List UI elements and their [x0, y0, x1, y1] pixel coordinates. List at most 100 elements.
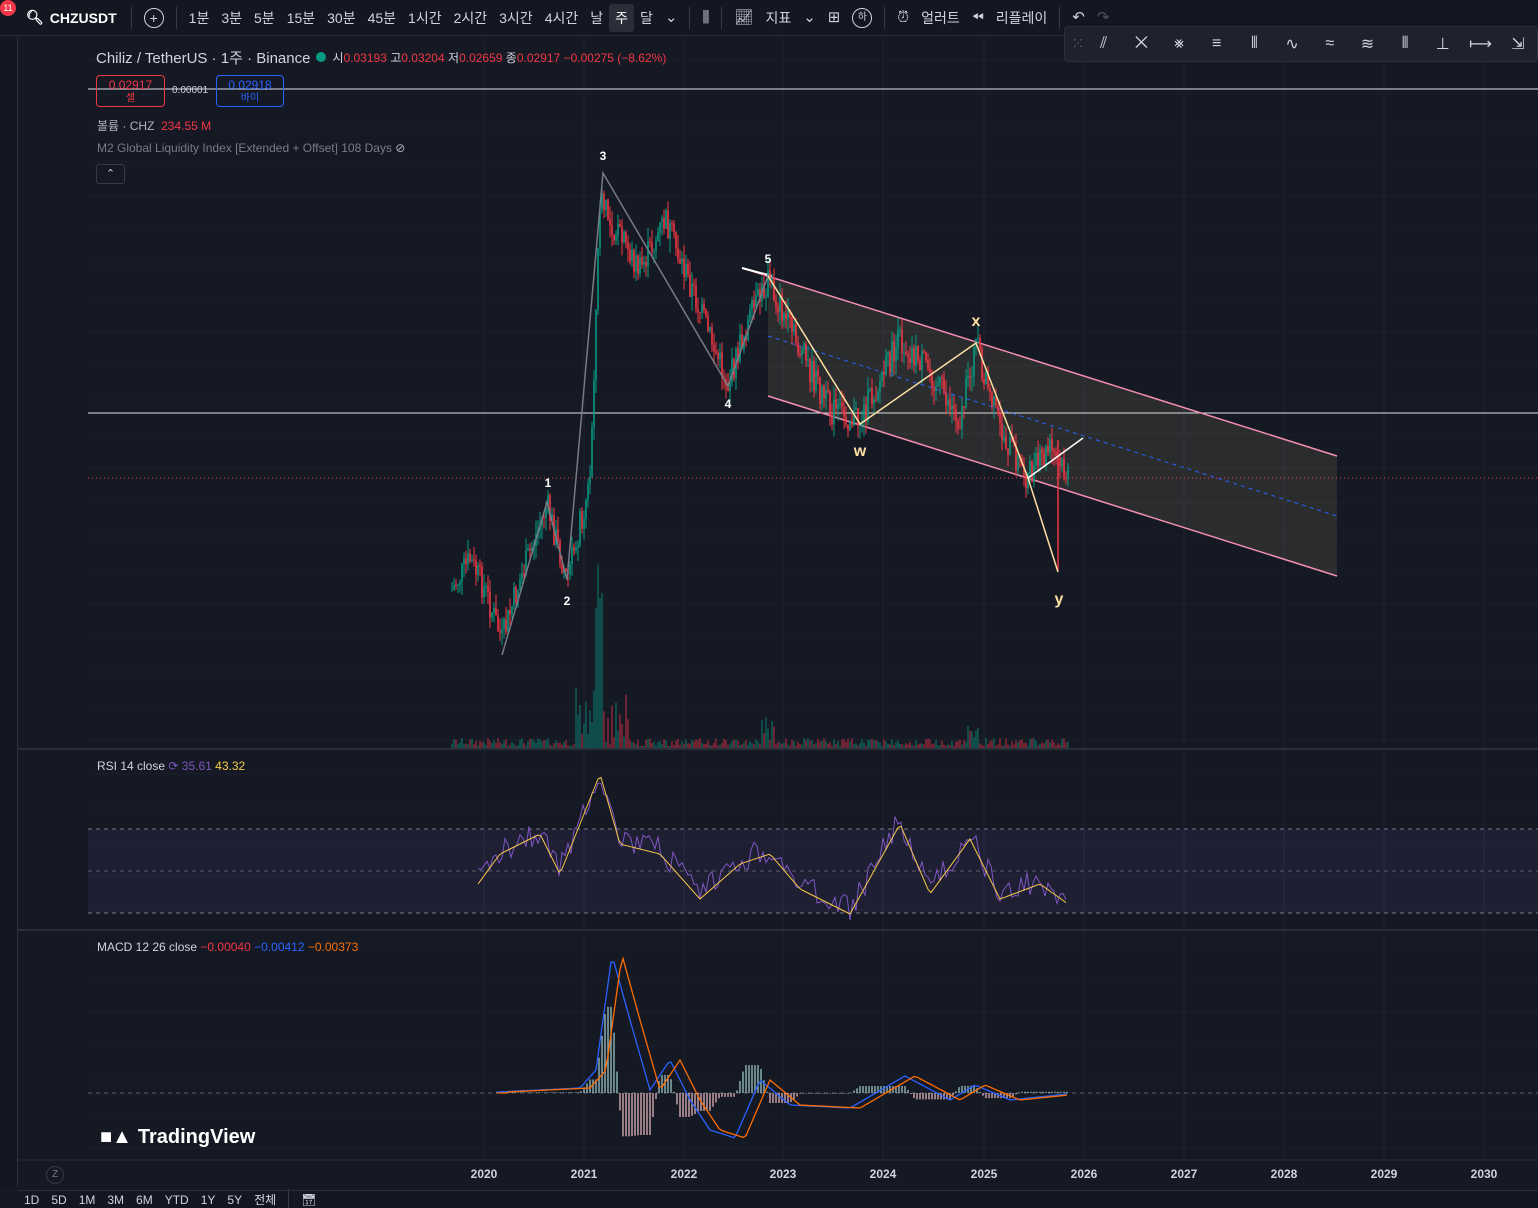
- indicators-button[interactable]: 지표: [759, 4, 797, 32]
- candle-body: [871, 388, 873, 404]
- macd-histogram-bar: [1054, 1091, 1056, 1093]
- interval-4h[interactable]: 4시간: [539, 4, 585, 32]
- elliott-triangle-icon[interactable]: ≋: [1349, 34, 1387, 54]
- range-5d[interactable]: 5D: [45, 1193, 72, 1207]
- volume-bar: [1035, 740, 1037, 748]
- rewind-icon[interactable]: ⏪︎: [966, 4, 990, 32]
- sell-button[interactable]: 0.02917 셀: [96, 75, 165, 107]
- gann-box-icon[interactable]: ⫴: [1236, 35, 1274, 53]
- interval-1m[interactable]: 1분: [183, 4, 216, 32]
- pitchfork-icon[interactable]: ⨉: [1123, 35, 1161, 53]
- volume-bar: [583, 723, 585, 748]
- range-1m[interactable]: 1M: [73, 1193, 102, 1207]
- range-3m[interactable]: 3M: [101, 1193, 130, 1207]
- chevron-down-icon[interactable]: ⌄: [659, 4, 684, 32]
- symbol-search[interactable]: 🔍︎ CHZUSDT: [0, 9, 125, 26]
- price-range-icon[interactable]: ⊥: [1424, 34, 1462, 54]
- indicators-icon[interactable]: 📈︎: [728, 4, 759, 32]
- range-1y[interactable]: 1Y: [195, 1193, 222, 1207]
- macd-histogram-bar: [538, 1092, 540, 1093]
- replay-button[interactable]: 리플레이: [990, 4, 1054, 32]
- zoom-toggle-button[interactable]: Z: [46, 1166, 64, 1184]
- chart-canvas[interactable]: 1 2 3 4 5 w x y 2020 2021 2022 2023 2024 2025 2026 2027…: [0, 0, 1538, 1208]
- time-axis-label: 2029: [1371, 1167, 1398, 1181]
- candle-body: [643, 261, 645, 265]
- volume-bar: [1027, 745, 1029, 748]
- candle-body: [873, 399, 875, 404]
- candles-icon[interactable]: ⫼: [696, 4, 715, 32]
- macd-histogram-bar: [730, 1093, 732, 1097]
- interval-month[interactable]: 달: [634, 4, 659, 32]
- candle-body: [675, 231, 677, 249]
- interval-week[interactable]: 주: [609, 3, 635, 32]
- macd-histogram-bar: [565, 1092, 567, 1093]
- symbol-title[interactable]: Chiliz / TetherUS · 1주 · Binance: [96, 47, 310, 68]
- interval-1h[interactable]: 1시간: [402, 4, 448, 32]
- chevron-down-icon[interactable]: ⌄: [797, 4, 822, 32]
- candle-body: [583, 518, 585, 529]
- volume-bar: [465, 743, 467, 748]
- elliott-correction-icon[interactable]: ≈: [1311, 35, 1349, 53]
- eye-hidden-icon[interactable]: ⊘: [395, 141, 405, 155]
- fib-fan-icon[interactable]: ⨳: [1160, 35, 1198, 53]
- collapse-legend-button[interactable]: ⌃: [96, 164, 125, 184]
- macd-histogram-bar: [571, 1092, 573, 1093]
- compare-add-icon[interactable]: +: [143, 7, 164, 28]
- macd-histogram-bar: [1051, 1091, 1053, 1093]
- date-range-icon[interactable]: ⟼: [1462, 34, 1500, 54]
- macd-histogram-bar: [799, 1093, 801, 1094]
- left-drawing-toolbar[interactable]: [0, 37, 18, 1187]
- candle-body: [669, 223, 671, 239]
- range-6m[interactable]: 6M: [130, 1193, 159, 1207]
- parallel-channel-icon[interactable]: ⫽: [1085, 35, 1123, 53]
- interval-5m[interactable]: 5분: [248, 4, 281, 32]
- range-ytd[interactable]: YTD: [159, 1193, 195, 1207]
- rsi-ma-value: 43.32: [215, 759, 246, 773]
- volume-bar: [689, 743, 691, 748]
- sync-icon[interactable]: ⟳: [168, 759, 178, 773]
- candle-body: [841, 402, 843, 407]
- cycle-lines-icon[interactable]: ⦀: [1386, 35, 1424, 53]
- volume-bar: [595, 608, 597, 748]
- volume-bar: [503, 740, 505, 748]
- calendar-icon[interactable]: 📅︎: [295, 1193, 322, 1207]
- candle-body: [511, 606, 513, 615]
- elliott-impulse-icon[interactable]: ∿: [1273, 34, 1311, 54]
- alert-button[interactable]: 얼러트: [915, 4, 966, 32]
- range-all[interactable]: 전체: [248, 1191, 282, 1208]
- candle-body: [679, 259, 681, 264]
- volume-bar: [813, 744, 815, 748]
- candle-body: [893, 341, 895, 362]
- interval-45m[interactable]: 45분: [362, 4, 402, 32]
- drag-handle-icon[interactable]: ⁙: [1071, 34, 1085, 54]
- fib-retracement-icon[interactable]: ≡: [1198, 35, 1236, 53]
- notification-badge[interactable]: 11: [0, 0, 16, 16]
- volume-bar: [719, 744, 721, 748]
- range-5y[interactable]: 5Y: [221, 1193, 248, 1207]
- interval-3h[interactable]: 3시간: [493, 4, 539, 32]
- rsi-legend[interactable]: RSI 14 close ⟳ 35.61 43.32: [97, 759, 245, 773]
- candle-body: [625, 231, 627, 243]
- interval-2h[interactable]: 2시간: [448, 4, 494, 32]
- alarm-clock-icon[interactable]: ⏰︎: [891, 4, 915, 32]
- m2-indicator-legend[interactable]: M2 Global Liquidity Index [Extended + Of…: [97, 141, 405, 155]
- volume-bar: [567, 745, 569, 748]
- interval-30m[interactable]: 30분: [321, 4, 361, 32]
- range-1d[interactable]: 1D: [18, 1193, 45, 1207]
- volume-legend[interactable]: 볼륨 · CHZ 234.55 M: [97, 117, 211, 134]
- macd-histogram-bar: [919, 1093, 921, 1100]
- close-label: 종: [505, 50, 517, 65]
- buy-button[interactable]: 0.02918 바이: [216, 75, 284, 107]
- interval-3m[interactable]: 3분: [215, 4, 248, 32]
- date-price-range-icon[interactable]: ⇲: [1499, 34, 1537, 54]
- interval-15m[interactable]: 15분: [281, 4, 321, 32]
- macd-legend[interactable]: MACD 12 26 close −0.00040 −0.00412 −0.00…: [97, 940, 358, 954]
- templates-grid-icon[interactable]: ⊞: [822, 4, 847, 32]
- macd-histogram-bar: [853, 1090, 855, 1093]
- volume-bar: [515, 745, 517, 748]
- candle-body: [565, 568, 567, 572]
- ha-button[interactable]: 하: [852, 7, 873, 28]
- volume-bar: [879, 742, 881, 748]
- interval-day[interactable]: 날: [584, 4, 609, 32]
- volume-bar: [461, 738, 463, 748]
